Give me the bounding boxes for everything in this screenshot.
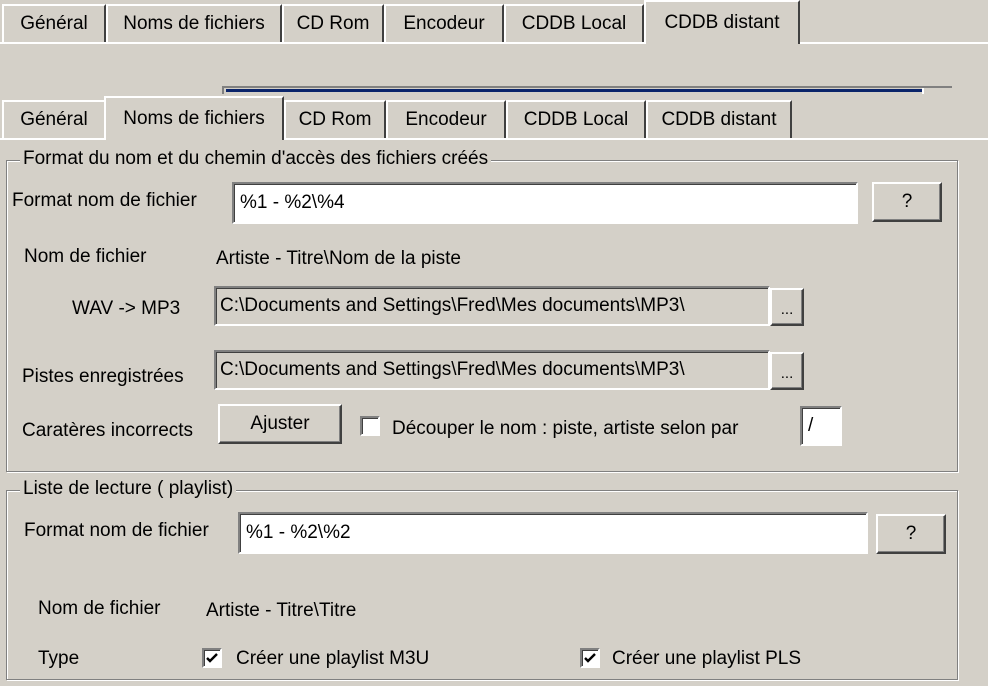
files-format-input[interactable]: %1 - %2\%4: [232, 182, 858, 224]
front-tab-strip: Général Noms de fichiers CD Rom Encodeur…: [0, 96, 988, 140]
playlist-legend: Liste de lecture ( playlist): [20, 478, 237, 500]
wav-mp3-path-input[interactable]: C:\Documents and Settings\Fred\Mes docum…: [214, 286, 770, 326]
back-tab-filenames[interactable]: Noms de fichiers: [106, 4, 282, 42]
pls-checkbox[interactable]: [580, 648, 600, 668]
split-name-label: Découper le nom : piste, artiste selon p…: [392, 418, 739, 439]
playlist-format-label: Format nom de fichier: [24, 520, 209, 541]
front-tab-filenames[interactable]: Noms de fichiers: [104, 96, 284, 140]
front-tab-cddb-remote[interactable]: CDDB distant: [646, 100, 792, 138]
files-filename-label: Nom de fichier: [24, 246, 147, 267]
front-tab-baseline-left: [0, 138, 104, 140]
recorded-tracks-browse-button[interactable]: ...: [770, 352, 804, 390]
playlist-format-help-button[interactable]: ?: [876, 514, 946, 554]
back-tab-general[interactable]: Général: [2, 4, 106, 42]
adjust-button[interactable]: Ajuster: [218, 404, 342, 444]
back-tab-baseline: [0, 42, 988, 44]
files-filename-preview: Artiste - Titre\Nom de la piste: [216, 248, 461, 269]
pls-label: Créer une playlist PLS: [612, 648, 802, 669]
invalid-chars-label: Caratères incorrects: [22, 420, 194, 441]
front-tab-general[interactable]: Général: [2, 100, 106, 138]
split-name-checkbox[interactable]: [360, 416, 380, 436]
recorded-tracks-label: Pistes enregistrées: [22, 366, 184, 387]
front-tab-cdrom[interactable]: CD Rom: [284, 100, 386, 138]
playlist-filename-label: Nom de fichier: [38, 598, 161, 619]
recorded-tracks-path-input[interactable]: C:\Documents and Settings\Fred\Mes docum…: [214, 350, 770, 390]
files-format-label: Format nom de fichier: [12, 190, 197, 211]
checkmark-icon: [206, 653, 218, 663]
wav-mp3-label: WAV -> MP3: [72, 298, 181, 319]
playlist-format-input[interactable]: %1 - %2\%2: [238, 512, 868, 554]
m3u-label: Créer une playlist M3U: [236, 648, 430, 669]
back-tab-cdrom[interactable]: CD Rom: [282, 4, 384, 42]
wav-mp3-browse-button[interactable]: ...: [770, 288, 804, 326]
front-tab-cddb-local[interactable]: CDDB Local: [506, 100, 646, 138]
m3u-checkbox[interactable]: [202, 648, 222, 668]
checkmark-icon: [584, 653, 596, 663]
back-tab-strip: Général Noms de fichiers CD Rom Encodeur…: [0, 0, 988, 44]
back-tab-encoder[interactable]: Encodeur: [384, 4, 504, 42]
front-tab-baseline-right: [284, 138, 988, 140]
back-tab-cddb-remote[interactable]: CDDB distant: [644, 0, 800, 44]
back-tab-cddb-local[interactable]: CDDB Local: [504, 4, 644, 42]
separator-input[interactable]: /: [800, 406, 842, 446]
playlist-type-label: Type: [38, 648, 80, 669]
front-tab-encoder[interactable]: Encodeur: [386, 100, 506, 138]
files-format-legend: Format du nom et du chemin d'accès des f…: [20, 148, 492, 170]
playlist-filename-preview: Artiste - Titre\Titre: [206, 600, 357, 621]
back-dialog-field-remnant: [222, 86, 952, 94]
files-format-help-button[interactable]: ?: [872, 182, 942, 222]
